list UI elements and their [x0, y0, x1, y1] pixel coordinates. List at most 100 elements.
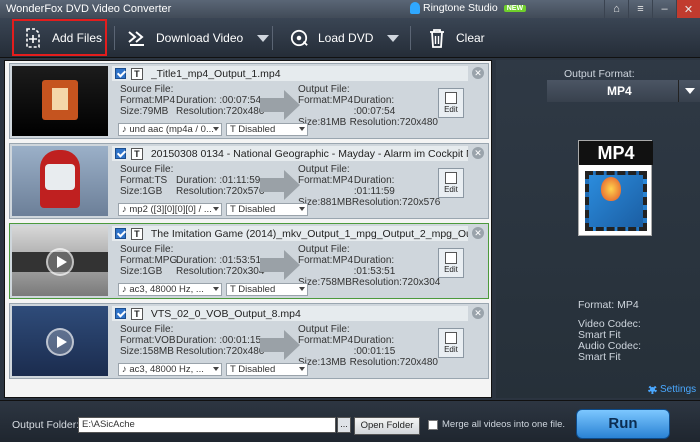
output-format-value: MP4	[607, 84, 632, 98]
source-resolution: Resolution:720x480	[176, 346, 265, 357]
edit-icon	[445, 172, 457, 184]
clear-label: Clear	[456, 31, 485, 45]
source-format: Format:MP4	[120, 95, 176, 106]
source-size: Size:1GB	[120, 266, 163, 277]
audio-track-select[interactable]: ♪ und aac (mp4a / 0...	[118, 123, 222, 136]
file-checkbox[interactable]	[115, 228, 126, 239]
track-selects: ♪ mp2 ([3][0][0][0] / ... T Disabled	[118, 203, 308, 216]
output-file-label: Output File:	[298, 84, 350, 95]
rename-icon[interactable]: T	[130, 307, 143, 320]
settings-link[interactable]: Settings	[648, 384, 696, 395]
load-dvd-label: Load DVD	[318, 31, 374, 45]
edit-button[interactable]: Edit	[438, 88, 464, 118]
output-file-label: Output File:	[298, 244, 350, 255]
output-info: Output File: Format:MP4 Duration: :01:53:…	[298, 244, 440, 288]
play-icon[interactable]	[46, 248, 74, 276]
load-dvd-dropdown-icon[interactable]	[387, 34, 400, 42]
download-video-button[interactable]: Download Video	[128, 18, 270, 58]
remove-file-icon[interactable]: ✕	[472, 147, 484, 159]
video-thumbnail[interactable]	[12, 306, 108, 376]
video-thumbnail[interactable]	[12, 226, 108, 296]
remove-file-icon[interactable]: ✕	[472, 307, 484, 319]
file-item[interactable]: T 20150308 0134 - National Geographic - …	[9, 143, 489, 219]
window-title: WonderFox DVD Video Converter	[6, 3, 172, 15]
window-controls: ⌂ ≡ – ✕	[604, 0, 700, 18]
subtitle-select[interactable]: T Disabled	[226, 123, 308, 136]
file-checkbox[interactable]	[115, 308, 126, 319]
output-format-label: Output Format:	[564, 68, 635, 80]
subtitle-select[interactable]: T Disabled	[226, 283, 308, 296]
audio-codec-value: Smart Fit	[578, 351, 621, 363]
video-thumbnail[interactable]	[12, 146, 108, 216]
file-checkbox[interactable]	[115, 68, 126, 79]
download-video-label: Download Video	[156, 31, 244, 45]
rename-icon[interactable]: T	[130, 147, 143, 160]
remove-file-icon[interactable]: ✕	[472, 67, 484, 79]
output-duration: Duration: :00:01:15	[353, 335, 396, 357]
output-format: Format:MP4	[298, 175, 354, 186]
source-info: Source File: Format:MPG Duration: :01:53:…	[120, 244, 280, 277]
track-selects: ♪ ac3, 48000 Hz, ... T Disabled	[118, 283, 308, 296]
audio-track-select[interactable]: ♪ ac3, 48000 Hz, ...	[118, 363, 222, 376]
rename-icon[interactable]: T	[130, 227, 143, 240]
source-format: Format:TS	[120, 175, 168, 186]
edit-icon	[445, 92, 457, 104]
chevron-down-icon[interactable]	[678, 80, 700, 102]
convert-arrow-icon	[260, 330, 300, 360]
source-format: Format:MPG	[120, 255, 178, 266]
merge-label: Merge all videos into one file.	[442, 419, 566, 430]
minimize-icon[interactable]: –	[652, 0, 676, 18]
toolbar: Add Files Download Video Load DVD Clear	[0, 18, 700, 58]
output-format-select[interactable]: MP4	[547, 80, 700, 102]
audio-track-select[interactable]: ♪ mp2 ([3][0][0][0] / ...	[118, 203, 222, 216]
rename-icon[interactable]: T	[130, 67, 143, 80]
audio-track-select[interactable]: ♪ ac3, 48000 Hz, ...	[118, 283, 222, 296]
play-icon[interactable]	[46, 328, 74, 356]
convert-arrow-icon	[260, 250, 300, 280]
mp4-format-icon[interactable]: MP4	[578, 140, 653, 236]
load-dvd-button[interactable]: Load DVD	[290, 18, 400, 58]
merge-option[interactable]: Merge all videos into one file.	[428, 419, 565, 430]
convert-arrow-icon	[260, 90, 300, 120]
video-thumbnail[interactable]	[12, 66, 108, 136]
format-line: Format: MP4	[578, 299, 639, 311]
merge-checkbox[interactable]	[428, 419, 438, 430]
new-badge: NEW	[503, 4, 527, 12]
source-file-label: Source File:	[120, 244, 174, 255]
clear-button[interactable]: Clear	[428, 18, 485, 58]
open-folder-button[interactable]: Open Folder	[354, 417, 420, 435]
source-format: Format:VOB	[120, 335, 176, 346]
add-files-label: Add Files	[52, 30, 103, 45]
close-icon[interactable]: ✕	[676, 0, 700, 18]
subtitle-select[interactable]: T Disabled	[226, 363, 308, 376]
dvd-icon	[290, 28, 308, 48]
output-folder-input[interactable]: E:\ASicAche	[78, 417, 336, 433]
output-info: Output File: Format:MP4 Duration: :00:01:…	[298, 324, 438, 368]
edit-button[interactable]: Edit	[438, 248, 464, 278]
remove-file-icon[interactable]: ✕	[472, 227, 484, 239]
download-dropdown-icon[interactable]	[257, 34, 270, 42]
ringtone-studio-link[interactable]: Ringtone Studio NEW	[410, 2, 527, 14]
add-files-button[interactable]: Add Files	[12, 19, 107, 56]
subtitle-select[interactable]: T Disabled	[226, 203, 308, 216]
menu-icon[interactable]: ≡	[628, 0, 652, 18]
home-icon[interactable]: ⌂	[604, 0, 628, 18]
run-button[interactable]: Run	[576, 409, 670, 439]
output-resolution: Resolution:720x480	[349, 117, 438, 128]
track-selects: ♪ und aac (mp4a / 0... T Disabled	[118, 123, 308, 136]
file-item[interactable]: T VTS_02_0_VOB_Output_8.mp4 ✕ Source Fil…	[9, 303, 489, 379]
edit-button[interactable]: Edit	[438, 328, 464, 358]
toolbar-divider	[410, 26, 411, 50]
file-checkbox[interactable]	[115, 148, 126, 159]
file-list: T _Title1_mp4_Output_1.mp4 ✕ Source File…	[4, 60, 492, 398]
file-name-bar: T The Imitation Game (2014)_mkv_Output_1…	[112, 226, 468, 241]
file-item[interactable]: T The Imitation Game (2014)_mkv_Output_1…	[9, 223, 489, 299]
source-file-label: Source File:	[120, 84, 174, 95]
browse-folder-button[interactable]: ...	[337, 417, 351, 433]
ringtone-label: Ringtone Studio	[423, 2, 498, 14]
edit-icon	[445, 252, 457, 264]
file-item[interactable]: T _Title1_mp4_Output_1.mp4 ✕ Source File…	[9, 63, 489, 139]
file-name: The Imitation Game (2014)_mkv_Output_1_m…	[150, 227, 468, 240]
edit-button[interactable]: Edit	[438, 168, 464, 198]
file-name-bar: T _Title1_mp4_Output_1.mp4	[112, 66, 468, 81]
